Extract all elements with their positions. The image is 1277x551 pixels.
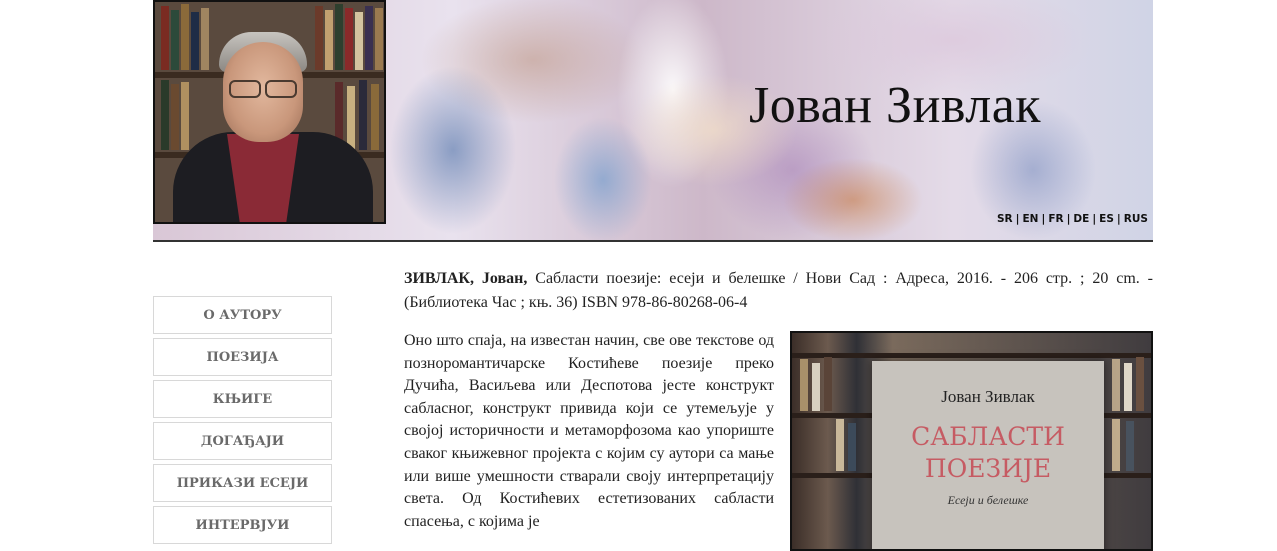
- header-divider: [153, 240, 1153, 242]
- book-cover-photo: Јован Зивлак САБЛАСТИ ПОЕЗИЈЕ Есеји и бе…: [790, 331, 1153, 551]
- book-cover-title-line1: САБЛАСТИ: [911, 422, 1065, 451]
- nav-item-interviews[interactable]: ИНТЕРВЈУИ: [153, 506, 332, 544]
- language-switcher: SR | EN | FR | DE | ES | RUS: [997, 213, 1148, 225]
- nav-item-poetry[interactable]: ПОЕЗИЈА: [153, 338, 332, 376]
- nav-item-reviews-essays[interactable]: ПРИКАЗИ ЕСЕЈИ: [153, 464, 332, 502]
- citation-author: ЗИВЛАК, Јован,: [404, 270, 528, 287]
- lang-en[interactable]: EN: [1023, 213, 1039, 225]
- nav-item-books[interactable]: КЊИГЕ: [153, 380, 332, 418]
- lang-fr[interactable]: FR: [1048, 213, 1063, 225]
- book-cover: Јован Зивлак САБЛАСТИ ПОЕЗИЈЕ Есеји и бе…: [872, 361, 1104, 549]
- book-citation: ЗИВЛАК, Јован, Сабласти поезије: есеји и…: [404, 267, 1153, 315]
- book-cover-title: САБЛАСТИ ПОЕЗИЈЕ: [872, 421, 1104, 485]
- lang-es[interactable]: ES: [1099, 213, 1114, 225]
- header-banner: Јован Зивлак SR | EN | FR | DE | ES | RUS: [153, 0, 1153, 240]
- author-portrait: [153, 0, 386, 224]
- article-body: Оно што спаја, на известан начин, све ов…: [404, 332, 774, 530]
- lang-rus[interactable]: RUS: [1124, 213, 1148, 225]
- sidebar-nav: О АУТОРУ ПОЕЗИЈА КЊИГЕ ДОГАЂАЈИ ПРИКАЗИ …: [153, 296, 332, 548]
- book-cover-subtitle: Есеји и белешке: [947, 493, 1029, 507]
- book-cover-title-line2: ПОЕЗИЈЕ: [924, 454, 1052, 483]
- page-wrapper: Јован Зивлак SR | EN | FR | DE | ES | RUS О АУТОРУ…: [153, 0, 1153, 551]
- lang-de[interactable]: DE: [1073, 213, 1089, 225]
- nav-item-events[interactable]: ДОГАЂАЈИ: [153, 422, 332, 460]
- lang-sr[interactable]: SR: [997, 213, 1013, 225]
- nav-item-about[interactable]: О АУТОРУ: [153, 296, 332, 334]
- book-cover-author: Јован Зивлак: [941, 387, 1035, 406]
- site-title: Јован Зивлак: [749, 77, 1042, 134]
